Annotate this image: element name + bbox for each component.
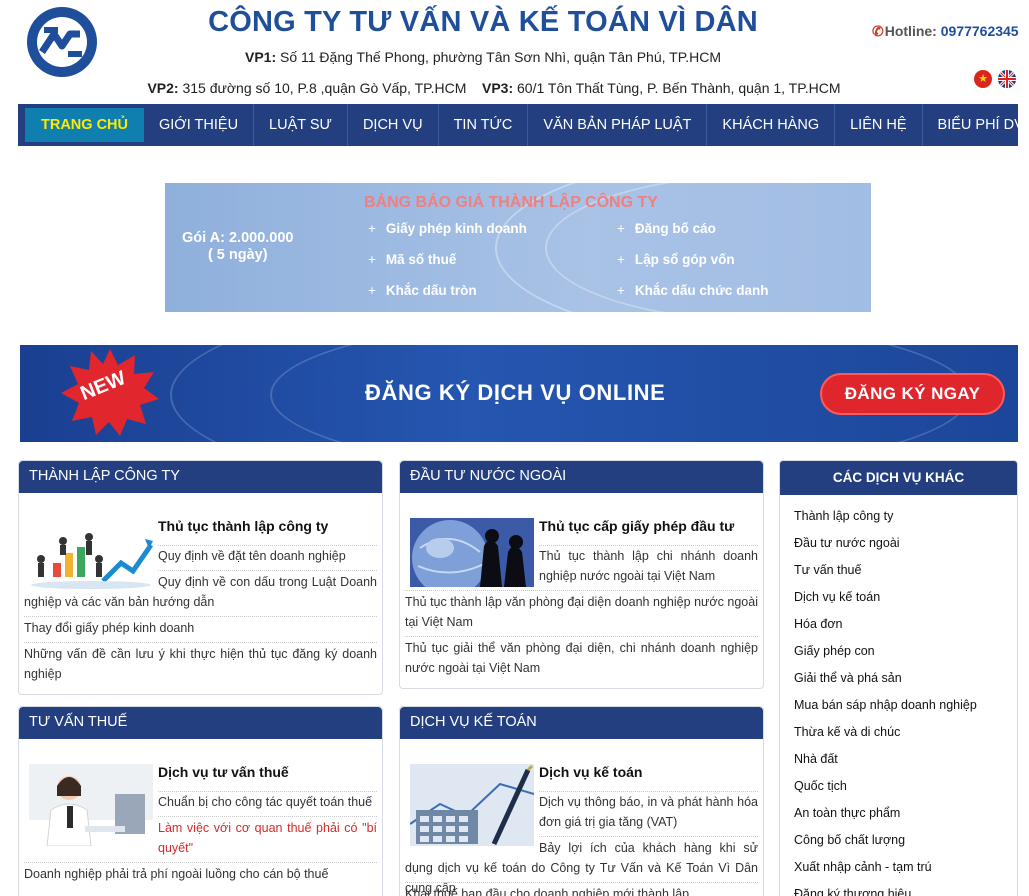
article-link[interactable]: Doanh nghiệp phải trả phí ngoài luồng ch… [24, 864, 377, 884]
register-online-banner[interactable]: NEW ĐĂNG KÝ DỊCH VỤ ONLINE ĐĂNG KÝ NGAY [20, 345, 1018, 442]
sidebar-item-invoices[interactable]: Hóa đơn [794, 617, 843, 631]
sidebar-item-mergers[interactable]: Mua bán sáp nhập doanh nghiệp [794, 698, 977, 712]
hotline-number: 0977762345 [940, 23, 1019, 39]
package-price: Gói A: 2.000.000 [182, 230, 294, 246]
box-title[interactable]: THÀNH LẬP CÔNG TY [19, 461, 382, 493]
divider [539, 836, 758, 837]
price-item: + Lập sổ góp vốn [617, 252, 735, 267]
divider [405, 590, 758, 591]
article-link[interactable]: Làm việc với cơ quan thuế phải có "bí qu… [158, 818, 377, 858]
price-item: + Khắc dấu chức danh [617, 283, 769, 298]
accounting-service-box: DỊCH VỤ KẾ TOÁN Dịch vụ kế toán Dịch vụ … [399, 706, 764, 896]
uk-flag-icon[interactable] [998, 70, 1016, 88]
article-link[interactable]: Quy định về con dấu trong Luật Doanh ngh… [24, 572, 377, 612]
sidebar-item-nationality[interactable]: Quốc tịch [794, 779, 847, 793]
consultant-woman-thumbnail[interactable] [29, 764, 153, 846]
featured-article-link[interactable]: Dịch vụ tư vấn thuế [158, 764, 289, 780]
sidebar-item-sub-licenses[interactable]: Giấy phép con [794, 644, 875, 658]
sidebar-item-food-safety[interactable]: An toàn thực phẩm [794, 806, 900, 820]
sidebar-item-tax-consulting[interactable]: Tư vấn thuế [794, 563, 861, 577]
sidebar-item-foreign-investment[interactable]: Đầu tư nước ngoài [794, 536, 900, 550]
article-link[interactable]: Quy định về đặt tên doanh nghiệp [158, 546, 377, 566]
price-item: + Khắc dấu tròn [368, 283, 477, 298]
divider [405, 636, 758, 637]
article-link[interactable]: Những vấn đề cần lưu ý khi thực hiện thủ… [24, 644, 377, 684]
sidebar-title: CÁC DỊCH VỤ KHÁC [780, 461, 1017, 495]
vp1-address: Số 11 Đặng Thế Phong, phường Tân Sơn Nhì… [276, 49, 722, 65]
featured-article-link[interactable]: Thủ tục thành lập công ty [158, 518, 328, 534]
vp3-address: 60/1 Tôn Thất Tùng, P. Bến Thành, quận 1… [513, 80, 841, 96]
nav-customers[interactable]: KHÁCH HÀNG [707, 104, 836, 146]
hotline[interactable]: ✆Hotline: 0977762345 [872, 23, 1019, 40]
box-title[interactable]: TƯ VẤN THUẾ [19, 707, 382, 739]
sidebar-item-dissolution[interactable]: Giải thể và phá sản [794, 671, 902, 685]
divider [405, 882, 758, 883]
nav-contact[interactable]: LIÊN HỆ [835, 104, 923, 146]
accounting-calculator-thumbnail[interactable] [410, 764, 534, 846]
price-banner[interactable]: BẢNG BÁO GIÁ THÀNH LẬP CÔNG TY Gói A: 2.… [165, 183, 871, 312]
featured-article-link[interactable]: Thủ tục cấp giấy phép đầu tư [539, 518, 734, 534]
office-address-2-3: VP2: 315 đường số 10, P.8 ,quận Gò Vấp, … [0, 80, 988, 96]
sidebar-item-accounting[interactable]: Dịch vụ kế toán [794, 590, 880, 604]
nav-about[interactable]: GIỚI THIỆU [144, 104, 255, 146]
nav-home[interactable]: TRANG CHỦ [25, 108, 144, 142]
nav-legal-docs[interactable]: VĂN BẢN PHÁP LUẬT [528, 104, 708, 146]
globe-businessmen-thumbnail[interactable] [410, 518, 534, 587]
article-link[interactable]: Thủ tục thành lập chi nhánh doanh nghiệp… [539, 546, 758, 586]
featured-article-link[interactable]: Dịch vụ kế toán [539, 764, 642, 780]
vp1-label: VP1: [244, 49, 277, 65]
sidebar-item-quality-declaration[interactable]: Công bố chất lượng [794, 833, 905, 847]
nav-fees[interactable]: BIỂU PHÍ DV [923, 104, 1029, 146]
article-link[interactable]: Khai thuế ban đầu cho doanh nghiệp mới t… [405, 884, 758, 896]
foreign-investment-box: ĐẦU TƯ NƯỚC NGOÀI Thủ tục cấp giấy phép … [399, 460, 764, 689]
sidebar-item-real-estate[interactable]: Nhà đất [794, 752, 838, 766]
nav-lawyer[interactable]: LUẬT SƯ [254, 104, 348, 146]
nav-services[interactable]: DỊCH VỤ [348, 104, 439, 146]
hotline-label: Hotline: [884, 23, 941, 39]
sidebar-item-inheritance[interactable]: Thừa kế và di chúc [794, 725, 900, 739]
article-link[interactable]: Thay đổi giấy phép kinh doanh [24, 618, 377, 638]
nav-news[interactable]: TIN TỨC [439, 104, 529, 146]
register-now-button[interactable]: ĐĂNG KÝ NGAY [820, 373, 1005, 415]
article-link[interactable]: Thủ tục giải thể văn phòng đại diện, chi… [405, 638, 758, 678]
main-nav: TRANG CHỦ GIỚI THIỆU LUẬT SƯ DỊCH VỤ TIN… [18, 104, 1024, 146]
divider [158, 570, 377, 571]
tax-consulting-box: TƯ VẤN THUẾ Dịch vụ tư vấn thuế Chuẩn bị… [18, 706, 383, 896]
vietnam-flag-icon[interactable]: ★ [974, 70, 992, 88]
sidebar-item-company-formation[interactable]: Thành lập công ty [794, 509, 893, 523]
vp3-label: VP3: [482, 80, 514, 96]
article-link[interactable]: Thủ tục thành lập văn phòng đại diện doa… [405, 592, 758, 632]
price-item: + Giấy phép kinh doanh [368, 221, 527, 236]
divider [158, 816, 377, 817]
other-services-sidebar: CÁC DỊCH VỤ KHÁC Thành lập công ty Đầu t… [779, 460, 1018, 896]
register-banner-text: ĐĂNG KÝ DỊCH VỤ ONLINE [365, 380, 666, 405]
price-banner-title: BẢNG BÁO GIÁ THÀNH LẬP CÔNG TY [364, 194, 658, 211]
price-package: Gói A: 2.000.000 ( 5 ngày) [182, 230, 294, 264]
vp2-label: VP2: [147, 80, 179, 96]
price-item: + Đăng bố cáo [617, 221, 716, 236]
office-address-1: VP1: Số 11 Đặng Thế Phong, phường Tân Sơ… [0, 49, 966, 65]
company-name: CÔNG TY TƯ VẤN VÀ KẾ TOÁN VÌ DÂN [208, 6, 758, 38]
phone-icon: ✆ [872, 23, 884, 39]
company-formation-box: THÀNH LẬP CÔNG TY Thủ tục thành lập công… [18, 460, 383, 695]
divider [24, 862, 377, 863]
divider [24, 642, 377, 643]
article-link[interactable]: Dịch vụ thông báo, in và phát hành hóa đ… [539, 792, 758, 832]
divider [24, 616, 377, 617]
box-title[interactable]: DỊCH VỤ KẾ TOÁN [400, 707, 763, 739]
package-duration: ( 5 ngày) [207, 247, 268, 263]
article-link[interactable]: Chuẩn bị cho công tác quyết toán thuế [158, 792, 377, 812]
price-item: + Mã số thuế [368, 252, 457, 267]
sidebar-item-immigration[interactable]: Xuất nhập cảnh - tạm trú [794, 860, 932, 874]
sidebar-item-trademark[interactable]: Đăng ký thương hiệu [794, 887, 911, 896]
box-title[interactable]: ĐẦU TƯ NƯỚC NGOÀI [400, 461, 763, 493]
vp2-address: 315 đường số 10, P.8 ,quận Gò Vấp, TP.HC… [178, 80, 467, 96]
